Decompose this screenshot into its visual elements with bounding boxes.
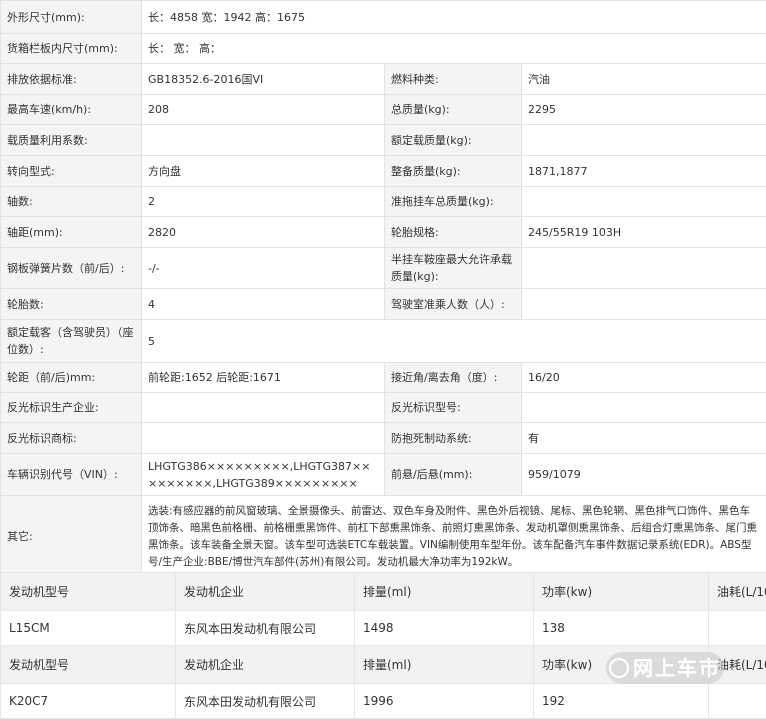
spec-value: 245/55R19 103H	[522, 217, 766, 248]
spec-value: GB18352.6-2016国VI	[142, 64, 385, 95]
spec-row-seats: 额定载客（含驾驶员）（座位数）: 5	[1, 320, 766, 363]
spec-label: 反光标识商标:	[1, 423, 142, 454]
engine-table: 发动机型号 发动机企业 排量(ml) 功率(kw) 油耗(L/10 L15CM …	[0, 572, 766, 719]
spec-label: 反光标识生产企业:	[1, 393, 142, 423]
spec-value	[522, 248, 766, 289]
spec-label: 接近角/离去角（度）:	[385, 363, 522, 393]
engine-row: L15CM 东风本田发动机有限公司 1498 138	[1, 611, 766, 646]
engine-header-cell: 排量(ml)	[355, 573, 534, 611]
spec-value: 1871,1877	[522, 156, 766, 187]
spec-value-other: 选装:有感应器的前风窗玻璃、全景摄像头、前雷达、双色车身及附件、黑色外后视镜、尾…	[142, 496, 766, 578]
spec-label: 钢板弹簧片数（前/后）:	[1, 248, 142, 289]
spec-label: 转向型式:	[1, 156, 142, 187]
engine-header-cell: 发动机型号	[1, 646, 176, 684]
spec-label: 其它:	[1, 496, 142, 578]
spec-row: 最高车速(km/h): 208 总质量(kg): 2295	[1, 95, 766, 125]
spec-label: 轮距（前/后)mm:	[1, 363, 142, 393]
spec-label: 额定载客（含驾驶员）（座位数）:	[1, 320, 142, 363]
spec-row: 反光标识生产企业: 反光标识型号:	[1, 393, 766, 423]
spec-value	[142, 393, 385, 423]
spec-value	[522, 289, 766, 320]
spec-label: 反光标识型号:	[385, 393, 522, 423]
spec-row: 转向型式: 方向盘 整备质量(kg): 1871,1877	[1, 156, 766, 187]
engine-fuel	[709, 684, 766, 719]
vehicle-spec-table: 外形尺寸(mm): 长：4858 宽：1942 高：1675 货箱栏板内尺寸(m…	[0, 0, 766, 578]
spec-row-dimensions: 外形尺寸(mm): 长：4858 宽：1942 高：1675	[1, 1, 766, 34]
spec-row: 轴数: 2 准拖挂车总质量(kg):	[1, 187, 766, 217]
spec-label: 半挂车鞍座最大允许承载质量(kg):	[385, 248, 522, 289]
spec-value	[142, 423, 385, 454]
spec-label: 前悬/后悬(mm):	[385, 454, 522, 496]
engine-row: K20C7 东风本田发动机有限公司 1996 192	[1, 684, 766, 719]
spec-value: 汽油	[522, 64, 766, 95]
spec-value: 208	[142, 95, 385, 125]
engine-power: 192	[534, 684, 709, 719]
spec-value: 959/1079	[522, 454, 766, 496]
spec-value: 有	[522, 423, 766, 454]
spec-label: 轮胎数:	[1, 289, 142, 320]
engine-maker: 东风本田发动机有限公司	[176, 684, 355, 719]
engine-model: K20C7	[1, 684, 176, 719]
engine-header-cell: 功率(kw)	[534, 573, 709, 611]
spec-value: LHGTG386×××××××××,LHGTG387×××××××××,LHGT…	[142, 454, 385, 496]
spec-label: 燃料种类:	[385, 64, 522, 95]
spec-label: 准拖挂车总质量(kg):	[385, 187, 522, 217]
spec-value: 2	[142, 187, 385, 217]
spec-value: 长：4858 宽：1942 高：1675	[142, 1, 766, 34]
engine-displacement: 1498	[355, 611, 534, 646]
spec-label: 外形尺寸(mm):	[1, 1, 142, 34]
spec-label: 轴距(mm):	[1, 217, 142, 248]
spec-label: 轴数:	[1, 187, 142, 217]
engine-header-cell: 发动机型号	[1, 573, 176, 611]
spec-row: 载质量利用系数: 额定载质量(kg):	[1, 125, 766, 156]
spec-value: 16/20	[522, 363, 766, 393]
engine-maker: 东风本田发动机有限公司	[176, 611, 355, 646]
spec-label: 最高车速(km/h):	[1, 95, 142, 125]
spec-value: 4	[142, 289, 385, 320]
watermark-text: 网上车市	[633, 656, 721, 680]
spec-row-other: 其它: 选装:有感应器的前风窗玻璃、全景摄像头、前雷达、双色车身及附件、黑色外后…	[1, 496, 766, 578]
spec-label: 轮胎规格:	[385, 217, 522, 248]
spec-label: 整备质量(kg):	[385, 156, 522, 187]
spec-value: 方向盘	[142, 156, 385, 187]
spec-value	[522, 187, 766, 217]
engine-model: L15CM	[1, 611, 176, 646]
spec-value: 长： 宽： 高：	[142, 34, 766, 64]
spec-value: 2820	[142, 217, 385, 248]
spec-label: 车辆识别代号（VIN）:	[1, 454, 142, 496]
spec-label: 额定载质量(kg):	[385, 125, 522, 156]
engine-displacement: 1996	[355, 684, 534, 719]
watermark-icon	[609, 658, 629, 678]
spec-value: -/-	[142, 248, 385, 289]
watermark-logo: 网上车市	[606, 652, 724, 684]
engine-power: 138	[534, 611, 709, 646]
spec-row-cargo-box: 货箱栏板内尺寸(mm): 长： 宽： 高：	[1, 34, 766, 64]
spec-row: 轮距（前/后)mm: 前轮距:1652 后轮距:1671 接近角/离去角（度）:…	[1, 363, 766, 393]
spec-label: 防抱死制动系统:	[385, 423, 522, 454]
engine-header-cell: 发动机企业	[176, 646, 355, 684]
spec-value	[522, 393, 766, 423]
spec-label: 货箱栏板内尺寸(mm):	[1, 34, 142, 64]
engine-header-cell: 排量(ml)	[355, 646, 534, 684]
spec-label: 总质量(kg):	[385, 95, 522, 125]
spec-value: 前轮距:1652 后轮距:1671	[142, 363, 385, 393]
spec-value: 5	[142, 320, 766, 363]
spec-row: 轴距(mm): 2820 轮胎规格: 245/55R19 103H	[1, 217, 766, 248]
engine-header-cell: 发动机企业	[176, 573, 355, 611]
spec-row: 排放依据标准: GB18352.6-2016国VI 燃料种类: 汽油	[1, 64, 766, 95]
spec-label: 载质量利用系数:	[1, 125, 142, 156]
spec-row-vin: 车辆识别代号（VIN）: LHGTG386×××××××××,LHGTG387×…	[1, 454, 766, 496]
spec-value	[142, 125, 385, 156]
spec-label: 驾驶室准乘人数（人）:	[385, 289, 522, 320]
spec-row: 轮胎数: 4 驾驶室准乘人数（人）:	[1, 289, 766, 320]
spec-value	[522, 125, 766, 156]
spec-label: 排放依据标准:	[1, 64, 142, 95]
spec-row: 钢板弹簧片数（前/后）: -/- 半挂车鞍座最大允许承载质量(kg):	[1, 248, 766, 289]
engine-fuel	[709, 611, 766, 646]
engine-header-cell: 油耗(L/10	[709, 573, 766, 611]
spec-row: 反光标识商标: 防抱死制动系统: 有	[1, 423, 766, 454]
spec-value: 2295	[522, 95, 766, 125]
engine-header-row: 发动机型号 发动机企业 排量(ml) 功率(kw) 油耗(L/10	[1, 573, 766, 611]
